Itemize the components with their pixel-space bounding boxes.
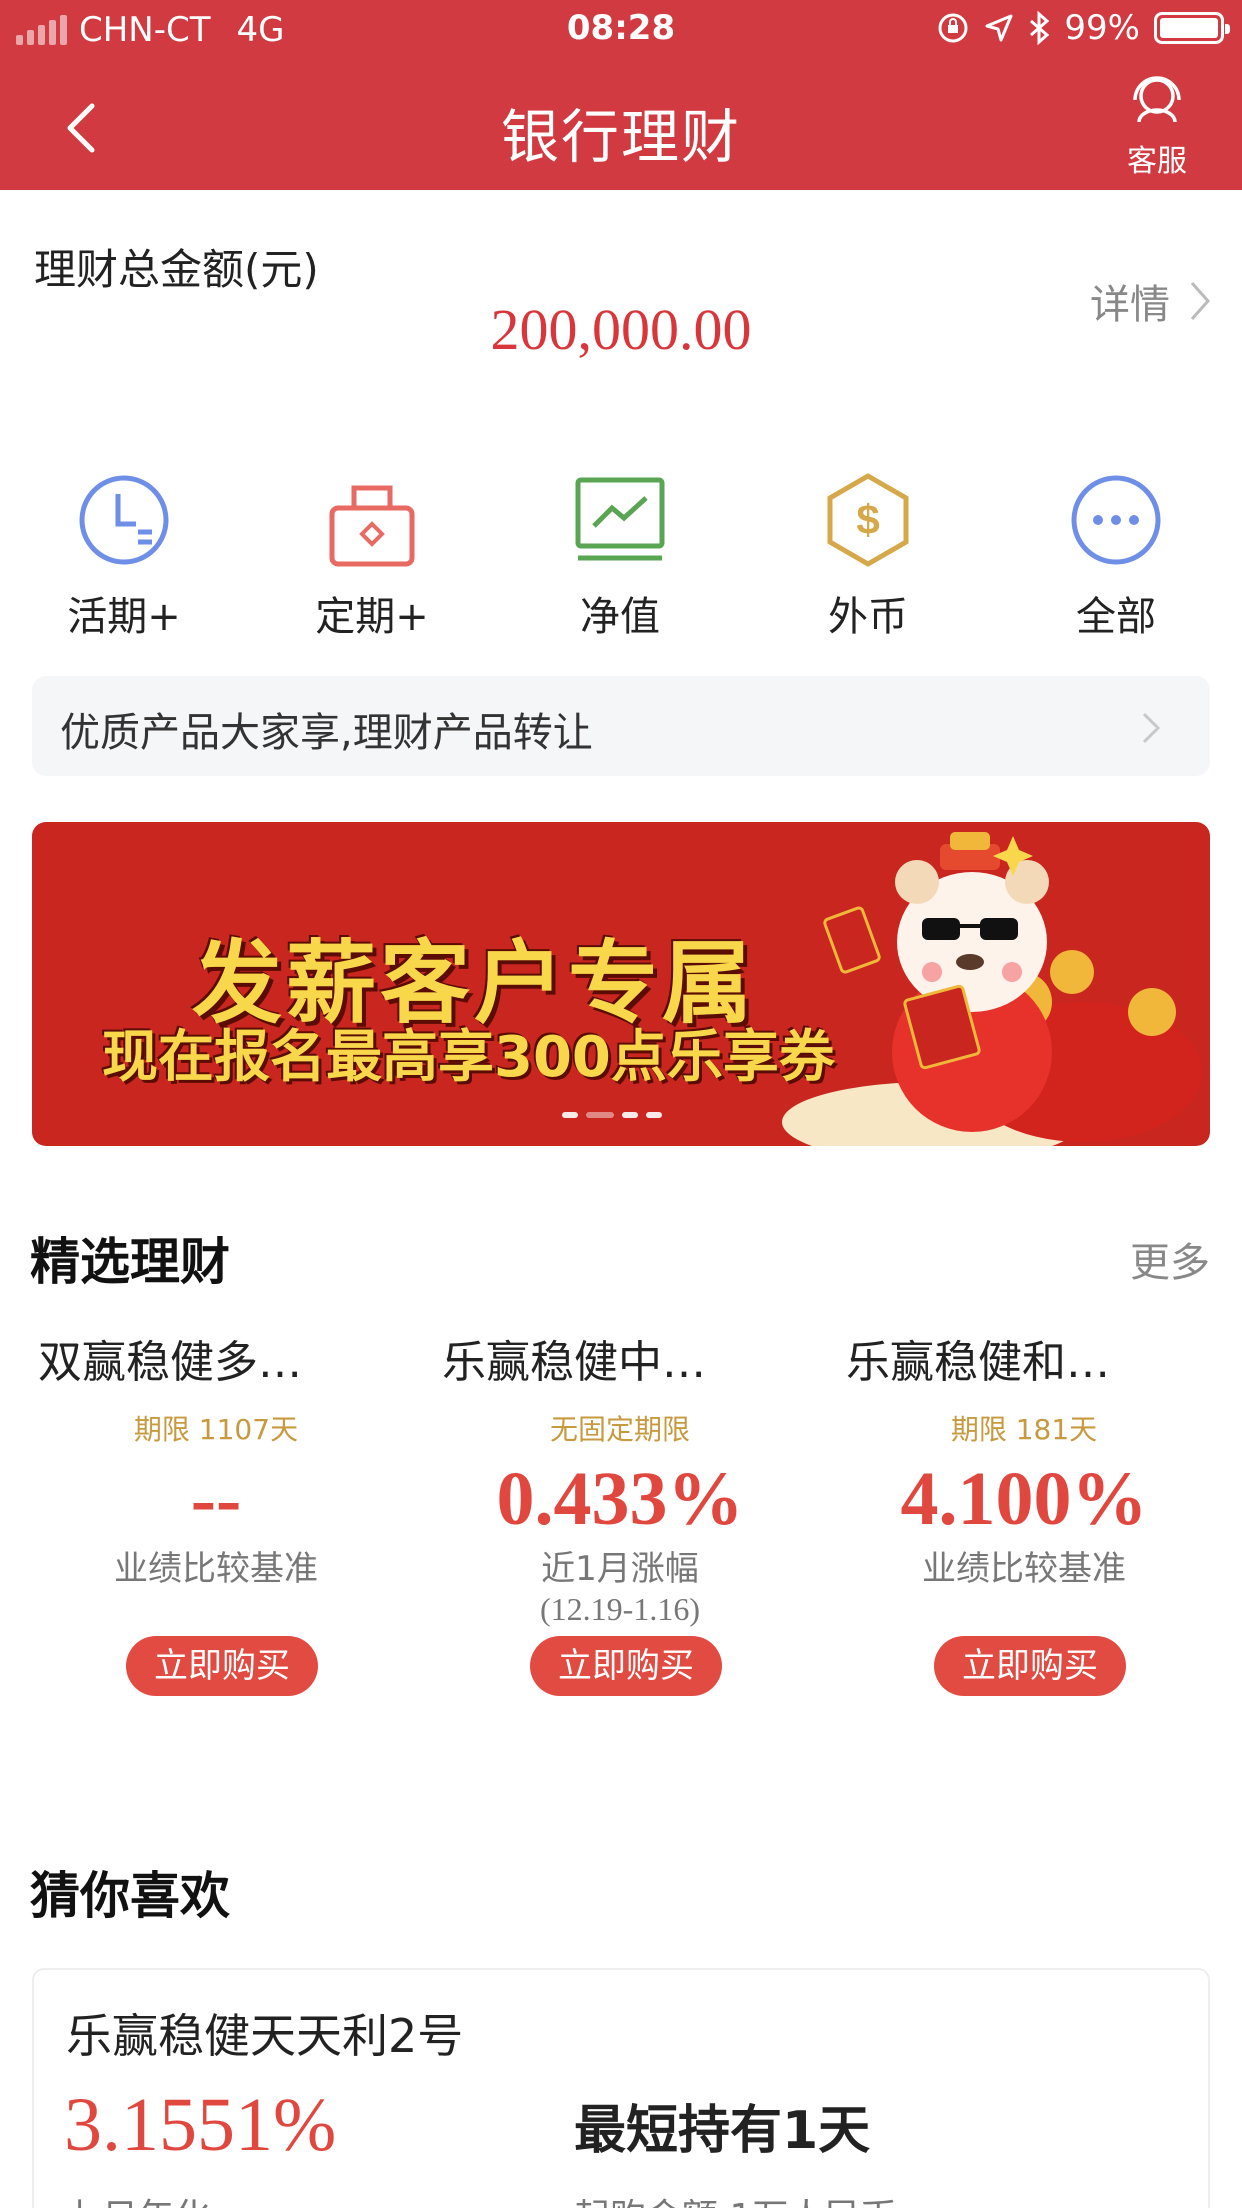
chevron-right-icon (1190, 282, 1211, 320)
rotation-lock-icon (938, 13, 968, 43)
mascot-illustration (782, 832, 1202, 1146)
product-name: 双赢稳健多… (38, 1337, 302, 1388)
product-card[interactable]: 双赢稳健多… 期限 1107天 -- 业绩比较基准 立即购买 (14, 1326, 418, 1696)
more-link[interactable]: 更多 (1130, 1230, 1210, 1288)
buy-button[interactable]: 立即购买 (934, 1636, 1126, 1696)
section-title-selected: 精选理财 (30, 1233, 230, 1291)
product-term: 期限 1107天 (133, 1413, 299, 1446)
lock-icon (329, 485, 415, 567)
battery-percent: 99% (1064, 8, 1140, 48)
carousel-dot (622, 1112, 638, 1118)
product-sub: (12.19-1.16) (540, 1591, 700, 1627)
header-bar: CHN-CT 4G 08:28 99% 银行理财 客服 (0, 0, 1242, 190)
carousel-dot (586, 1112, 614, 1118)
recommend-name: 乐赢稳健天天利2号 (66, 2009, 464, 2063)
product-desc: 业绩比较基准 (114, 1549, 318, 1589)
buy-button[interactable]: 立即购买 (126, 1636, 318, 1696)
quick-item-waibi[interactable]: $ 外币 (768, 470, 968, 642)
quick-item-jingzhi[interactable]: 净值 (520, 470, 720, 642)
transfer-bar[interactable]: 优质产品大家享,理财产品转让 (32, 676, 1210, 776)
clock-icon (79, 475, 169, 565)
more-icon (1071, 475, 1161, 565)
transfer-text: 优质产品大家享,理财产品转让 (60, 710, 593, 756)
bluetooth-icon (1030, 11, 1050, 45)
customer-service-button[interactable]: 客服 (1112, 70, 1202, 180)
page-title: 银行理财 (500, 103, 741, 171)
quick-label: 活期+ (67, 594, 181, 640)
product-term: 无固定期限 (549, 1413, 690, 1446)
total-label: 理财总金额(元) (34, 245, 319, 294)
buy-button[interactable]: 立即购买 (530, 1636, 722, 1696)
chart-icon (575, 477, 665, 561)
product-desc: 业绩比较基准 (922, 1549, 1126, 1589)
section-title-guess: 猜你喜欢 (30, 1867, 230, 1925)
product-card[interactable]: 乐赢稳健和… 期限 181天 4.100% 业绩比较基准 立即购买 (822, 1326, 1226, 1696)
carousel-indicator (562, 1112, 662, 1118)
quick-label: 全部 (1076, 594, 1156, 640)
product-name: 乐赢稳健和… (846, 1337, 1110, 1388)
quick-label: 净值 (580, 594, 660, 640)
battery-icon (1154, 12, 1230, 44)
location-icon (985, 14, 1013, 42)
svg-text:$: $ (856, 496, 879, 543)
chevron-right-icon (1142, 712, 1161, 744)
product-rate: -- (190, 1457, 242, 1541)
product-desc: 近1月涨幅 (541, 1549, 699, 1589)
product-rate: 4.100% (900, 1457, 1148, 1541)
product-name: 乐赢稳健中… (442, 1337, 706, 1388)
quick-label: 定期+ (315, 594, 429, 640)
total-amount: 200,000.00 (490, 297, 752, 362)
recommend-card[interactable]: 乐赢稳健天天利2号 3.1551% 最短持有1天 七日年化 起购金额 1万人民币 (32, 1968, 1210, 2208)
product-rate: 0.433% (496, 1457, 744, 1541)
headset-icon (1133, 76, 1181, 123)
recommend-rate: 3.1551% (64, 2083, 337, 2167)
carousel-dot (646, 1112, 662, 1118)
status-bar: CHN-CT 4G 08:28 99% (0, 0, 1242, 60)
detail-link[interactable]: 详情 (1090, 272, 1212, 330)
recommend-min-amount: 起购金额 1万人民币 (574, 2188, 896, 2208)
status-right: 99% (936, 8, 1230, 48)
carousel-dot (562, 1112, 578, 1118)
quick-label: 外币 (828, 594, 908, 640)
quick-item-all[interactable]: 全部 (1016, 470, 1216, 642)
product-term: 期限 181天 (950, 1413, 1098, 1446)
service-label: 客服 (1127, 144, 1187, 179)
banner-subline: 现在报名最高享300点乐享券 (102, 1025, 835, 1090)
promo-banner[interactable]: 发薪客户专属 现在报名最高享300点乐享券 (32, 822, 1210, 1146)
quick-item-dingqi[interactable]: 定期+ (272, 470, 472, 642)
recommend-rate-label: 七日年化 (66, 2188, 210, 2208)
detail-label: 详情 (1090, 282, 1170, 328)
dollar-icon: $ (827, 473, 909, 567)
recommend-hold: 最短持有1天 (574, 2101, 871, 2161)
nav-bar: 银行理财 客服 (0, 60, 1242, 190)
quick-item-huoqi[interactable]: 活期+ (24, 470, 224, 642)
quick-entry-row: 活期+ 定期+ 净值 $ 外币 全部 (0, 470, 1242, 640)
product-card[interactable]: 乐赢稳健中… 无固定期限 0.433% 近1月涨幅 (12.19-1.16) 立… (418, 1326, 822, 1696)
